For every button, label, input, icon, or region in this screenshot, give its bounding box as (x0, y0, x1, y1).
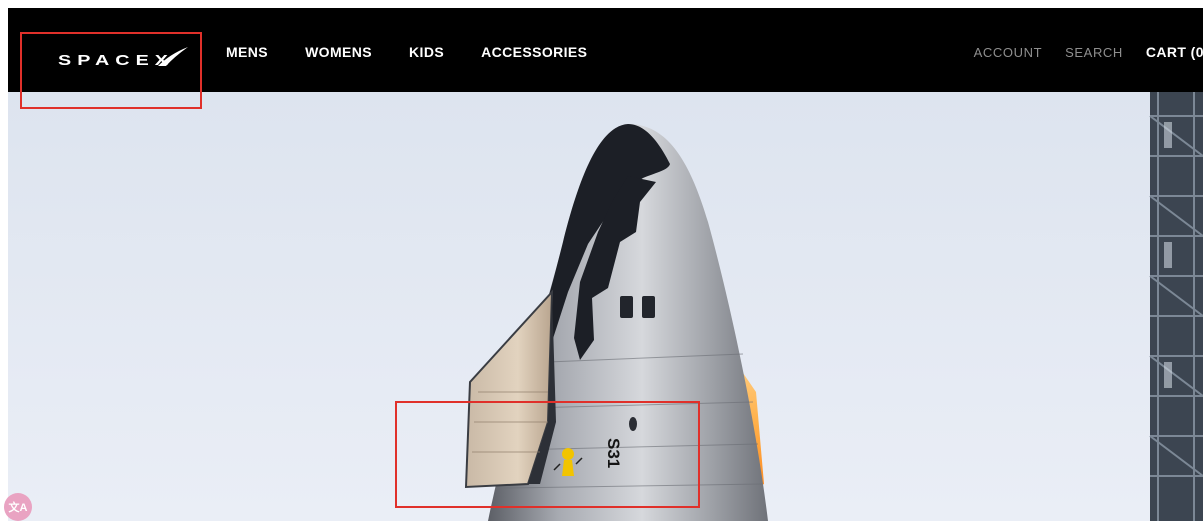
page: SPACEX MENS WOMENS KIDS ACCESSORIES ACCO… (0, 0, 1203, 521)
nav-womens[interactable]: WOMENS (305, 44, 372, 60)
nav-kids[interactable]: KIDS (409, 44, 444, 60)
hull-window-left (620, 296, 633, 318)
hull-window-right (642, 296, 655, 318)
nav-cart[interactable]: CART (0) (1146, 44, 1203, 60)
nav-account[interactable]: ACCOUNT (974, 45, 1042, 60)
vehicle-marking: S31 (604, 438, 623, 468)
utility-navigation: ACCOUNT SEARCH CART (0) (974, 44, 1203, 60)
logo-wordmark: SPACEX (58, 52, 174, 69)
main-navigation: MENS WOMENS KIDS ACCESSORIES (226, 44, 624, 60)
top-navbar: SPACEX MENS WOMENS KIDS ACCESSORIES ACCO… (8, 8, 1203, 92)
hero-image: S31 (8, 92, 1203, 521)
nav-search[interactable]: SEARCH (1065, 45, 1123, 60)
nav-mens[interactable]: MENS (226, 44, 268, 60)
hull-port (629, 417, 637, 431)
launch-tower (1149, 92, 1203, 521)
nav-accessories[interactable]: ACCESSORIES (481, 44, 587, 60)
hero-banner[interactable]: S31 (8, 92, 1203, 521)
translate-glyph: 文A (8, 502, 28, 514)
translate-icon[interactable]: 文A (4, 493, 32, 521)
spacex-logo[interactable]: SPACEX (58, 44, 188, 72)
